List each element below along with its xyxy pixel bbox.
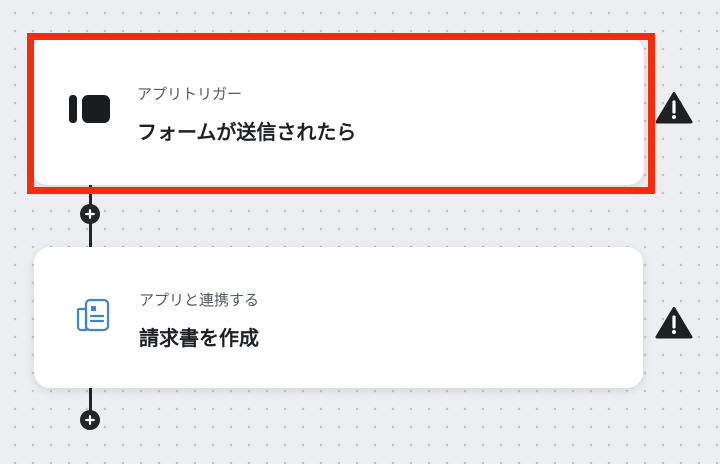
add-step-button[interactable] <box>80 410 100 430</box>
plus-icon <box>85 209 95 219</box>
flow-step-card-action[interactable]: アプリと連携する 請求書を作成 <box>34 247 643 388</box>
warning-icon[interactable] <box>655 306 693 340</box>
step-title: フォームが送信されたら <box>137 120 357 144</box>
flow-step-card-trigger[interactable]: アプリトリガー フォームが送信されたら <box>32 37 644 185</box>
form-icon <box>68 94 112 128</box>
warning-icon[interactable] <box>655 91 693 125</box>
step-type-label: アプリトリガー <box>137 85 243 103</box>
invoice-icon <box>70 296 114 340</box>
add-step-button[interactable] <box>80 204 100 224</box>
step-title: 請求書を作成 <box>139 326 259 350</box>
step-type-label: アプリと連携する <box>139 291 260 309</box>
plus-icon <box>85 415 95 425</box>
